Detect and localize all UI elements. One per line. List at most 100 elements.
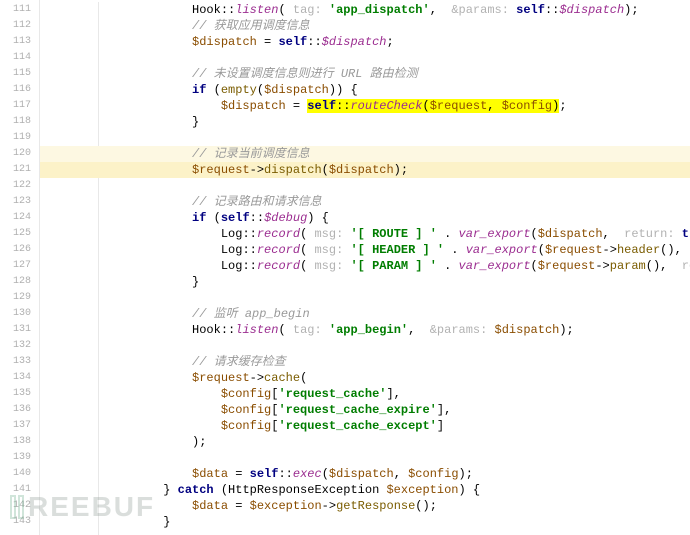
code-token: msg: <box>314 227 350 241</box>
line-number: 113 <box>0 34 39 50</box>
code-line[interactable]: } <box>40 514 690 530</box>
code-token: :: <box>307 35 321 49</box>
line-number: 116 <box>0 82 39 98</box>
code-token: ( <box>322 467 329 481</box>
code-token: // 获取应用调度信息 <box>192 19 310 33</box>
code-token: catch <box>178 483 214 497</box>
code-token: msg: <box>314 243 350 257</box>
code-token: Hook <box>192 3 221 17</box>
code-line[interactable]: Log::record( msg: '[ HEADER ] ' . var_ex… <box>40 242 690 258</box>
code-line[interactable] <box>40 50 690 66</box>
code-token: $dispatch <box>559 3 624 17</box>
code-line[interactable]: Log::record( msg: '[ PARAM ] ' . var_exp… <box>40 258 690 274</box>
code-line[interactable]: $data = $exception->getResponse(); <box>40 498 690 514</box>
code-token: ; <box>559 99 566 113</box>
code-line[interactable] <box>40 338 690 354</box>
code-token: return: <box>624 227 682 241</box>
code-token: Log <box>221 259 243 273</box>
line-number: 119 <box>0 130 39 146</box>
code-line[interactable]: Log::record( msg: '[ ROUTE ] ' . var_exp… <box>40 226 690 242</box>
line-number: 117 <box>0 98 39 114</box>
line-gutter: 1111121131141151161171181191201211221231… <box>0 0 40 535</box>
code-line[interactable]: // 请求缓存检查 <box>40 354 690 370</box>
code-line[interactable]: if (empty($dispatch)) { <box>40 82 690 98</box>
code-editor[interactable]: 1111121131141151161171181191201211221231… <box>0 0 690 535</box>
code-token: ) { <box>458 483 480 497</box>
code-line[interactable] <box>40 178 690 194</box>
code-token: record <box>257 227 300 241</box>
code-line[interactable]: ); <box>40 434 690 450</box>
line-number: 139 <box>0 450 39 466</box>
code-line[interactable] <box>40 450 690 466</box>
code-token: } <box>163 515 170 529</box>
code-token: empty <box>221 83 257 97</box>
code-line[interactable]: if (self::$debug) { <box>40 210 690 226</box>
code-token: &params: <box>430 323 495 337</box>
code-token: $dispatch <box>329 163 394 177</box>
code-token: , <box>487 99 501 113</box>
code-area[interactable]: Hook::listen( tag: 'app_dispatch', &para… <box>40 0 690 535</box>
line-number: 125 <box>0 226 39 242</box>
code-line[interactable]: $dispatch = self::$dispatch; <box>40 34 690 50</box>
code-token: :: <box>242 243 256 257</box>
code-line[interactable]: // 获取应用调度信息 <box>40 18 690 34</box>
code-token: // 记录路由和请求信息 <box>192 195 322 209</box>
code-line[interactable]: // 监听 app_begin <box>40 306 690 322</box>
code-line[interactable]: Hook::listen( tag: 'app_dispatch', &para… <box>40 2 690 18</box>
line-number: 132 <box>0 338 39 354</box>
code-token: 'request_cache' <box>278 387 386 401</box>
code-token: &params: <box>451 3 516 17</box>
code-token: ], <box>437 403 451 417</box>
code-token: '[ PARAM ] ' <box>350 259 436 273</box>
code-line[interactable]: } catch (HttpResponseException $exceptio… <box>40 482 690 498</box>
code-token: $request <box>192 163 250 177</box>
code-token: // 监听 app_begin <box>192 307 310 321</box>
line-number: 124 <box>0 210 39 226</box>
code-token: ( <box>422 99 429 113</box>
code-token: return: <box>682 259 690 273</box>
code-token: self <box>250 467 279 481</box>
code-line[interactable]: $request->dispatch($dispatch); <box>40 162 690 178</box>
code-token: , <box>430 3 452 17</box>
code-line[interactable]: $config['request_cache_except'] <box>40 418 690 434</box>
line-number: 122 <box>0 178 39 194</box>
code-line[interactable] <box>40 290 690 306</box>
code-line[interactable]: } <box>40 274 690 290</box>
code-token: tag: <box>293 323 329 337</box>
code-token: $data <box>192 467 228 481</box>
code-token: self <box>221 211 250 225</box>
line-number: 133 <box>0 354 39 370</box>
line-number: 141 <box>0 482 39 498</box>
code-token: 'request_cache_expire' <box>278 403 436 417</box>
code-token: '[ ROUTE ] ' <box>350 227 436 241</box>
code-token: $config <box>221 419 271 433</box>
code-line[interactable]: $data = self::exec($dispatch, $config); <box>40 466 690 482</box>
code-line[interactable]: // 记录当前调度信息 <box>40 146 690 162</box>
code-token: } <box>192 115 199 129</box>
code-token: cache <box>264 371 300 385</box>
code-token: msg: <box>314 259 350 273</box>
code-token: ( <box>531 227 538 241</box>
code-line[interactable]: $request->cache( <box>40 370 690 386</box>
code-line[interactable]: $dispatch = self::routeCheck($request, $… <box>40 98 690 114</box>
code-line[interactable]: $config['request_cache_expire'], <box>40 402 690 418</box>
code-token: (), <box>646 259 682 273</box>
code-token: self <box>307 99 336 113</box>
line-number: 111 <box>0 2 39 18</box>
code-token: -> <box>603 243 617 257</box>
code-token: Log <box>221 243 243 257</box>
code-token: :: <box>250 211 264 225</box>
line-number: 120 <box>0 146 39 162</box>
code-line[interactable]: Hook::listen( tag: 'app_begin', &params:… <box>40 322 690 338</box>
code-token: param <box>610 259 646 273</box>
code-line[interactable]: } <box>40 114 690 130</box>
code-token: '[ HEADER ] ' <box>350 243 444 257</box>
code-line[interactable] <box>40 130 690 146</box>
code-token: var_export <box>466 243 538 257</box>
code-line[interactable]: // 未设置调度信息则进行 URL 路由检测 <box>40 66 690 82</box>
code-token: $dispatch <box>221 99 286 113</box>
code-token: $dispatch <box>538 227 603 241</box>
code-line[interactable]: // 记录路由和请求信息 <box>40 194 690 210</box>
code-token: = <box>286 99 308 113</box>
code-line[interactable]: $config['request_cache'], <box>40 386 690 402</box>
